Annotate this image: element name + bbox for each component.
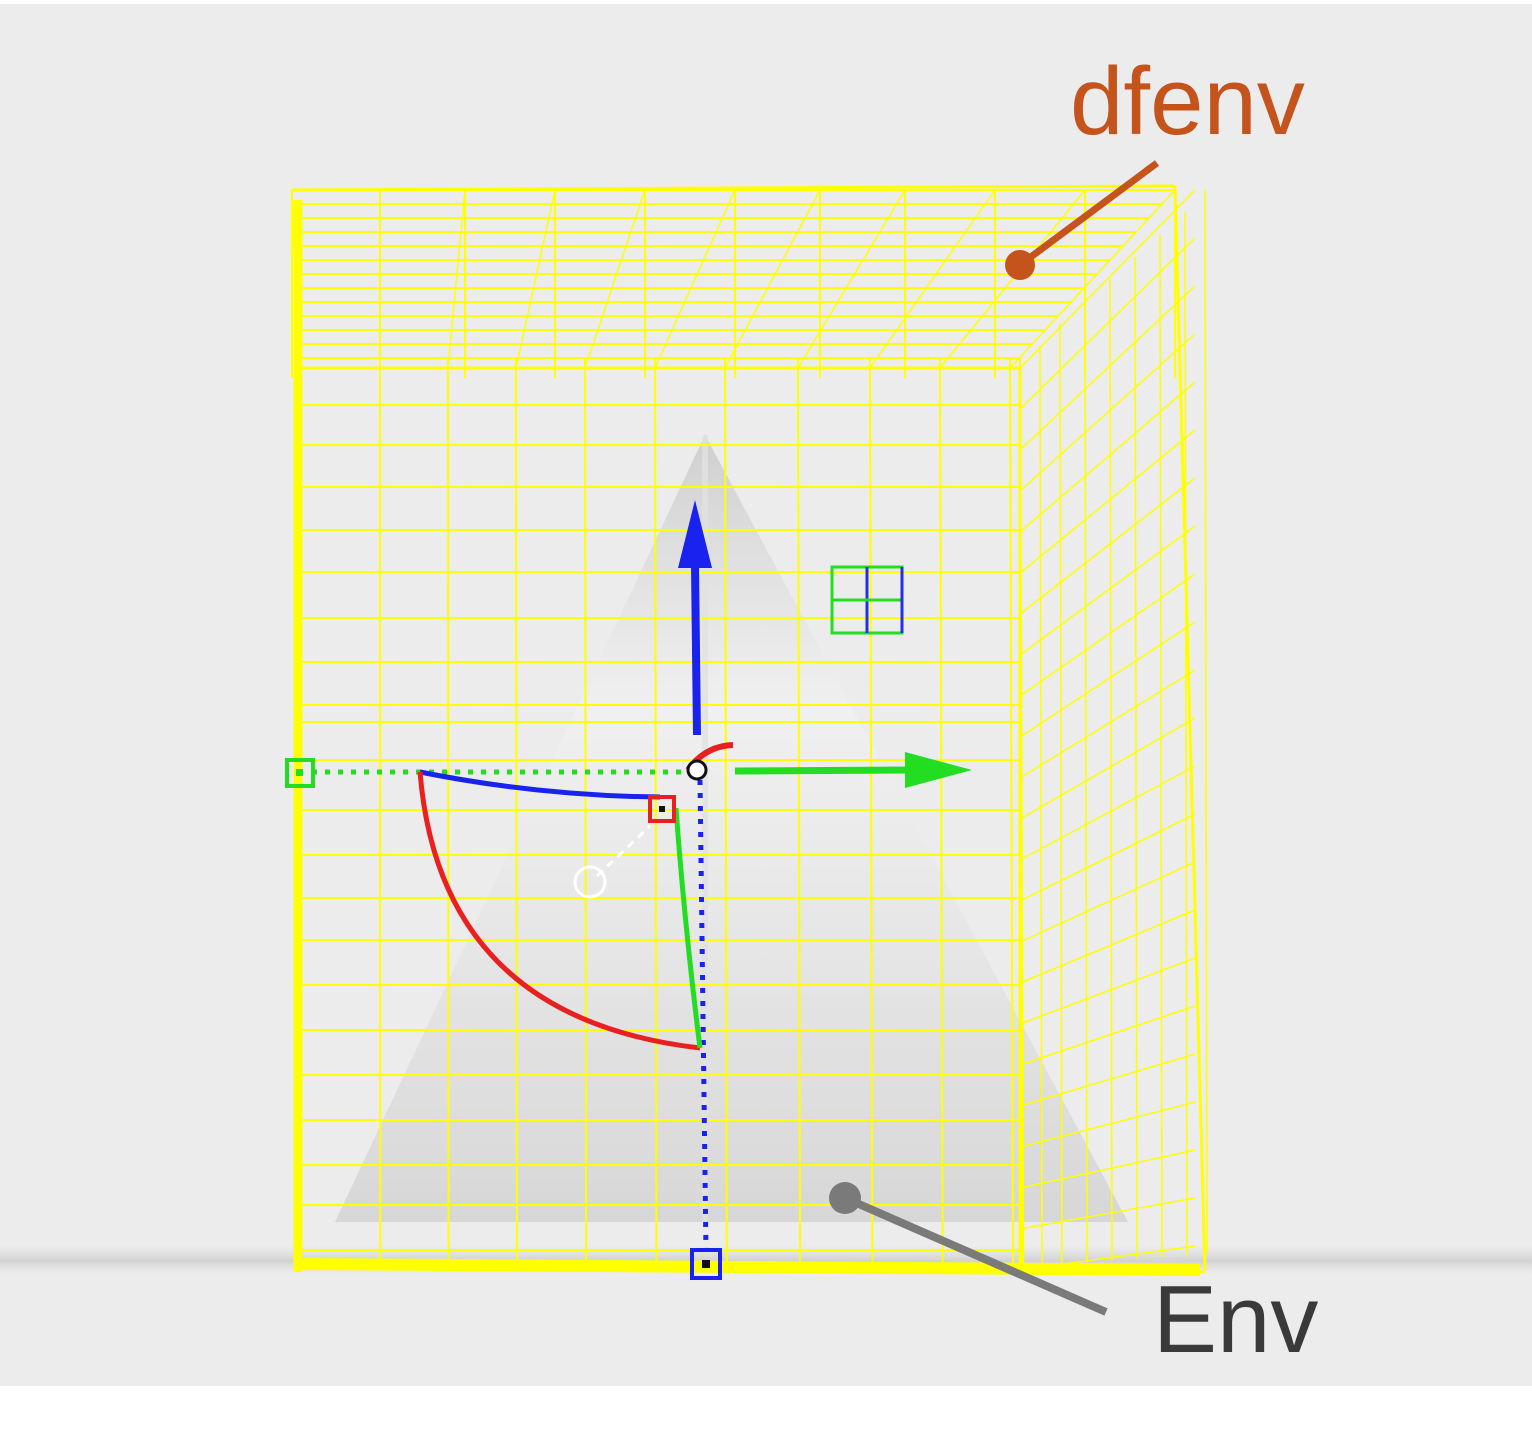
lattice-line	[584, 357, 588, 1269]
lattice-line	[447, 357, 450, 1269]
pivot-icon[interactable]	[686, 759, 708, 781]
lattice-line	[515, 357, 518, 1269]
scene-canvas[interactable]: dfenv Env	[0, 0, 1532, 1451]
callout-dfenv-label: dfenv	[1070, 48, 1305, 155]
callout-env-dot	[829, 1182, 861, 1214]
callout-dfenv-dot	[1005, 250, 1035, 280]
lattice-edge-bottom	[297, 1258, 1201, 1276]
callout-env-label: Env	[1153, 1266, 1318, 1373]
viewport[interactable]: dfenv Env	[0, 0, 1532, 1451]
